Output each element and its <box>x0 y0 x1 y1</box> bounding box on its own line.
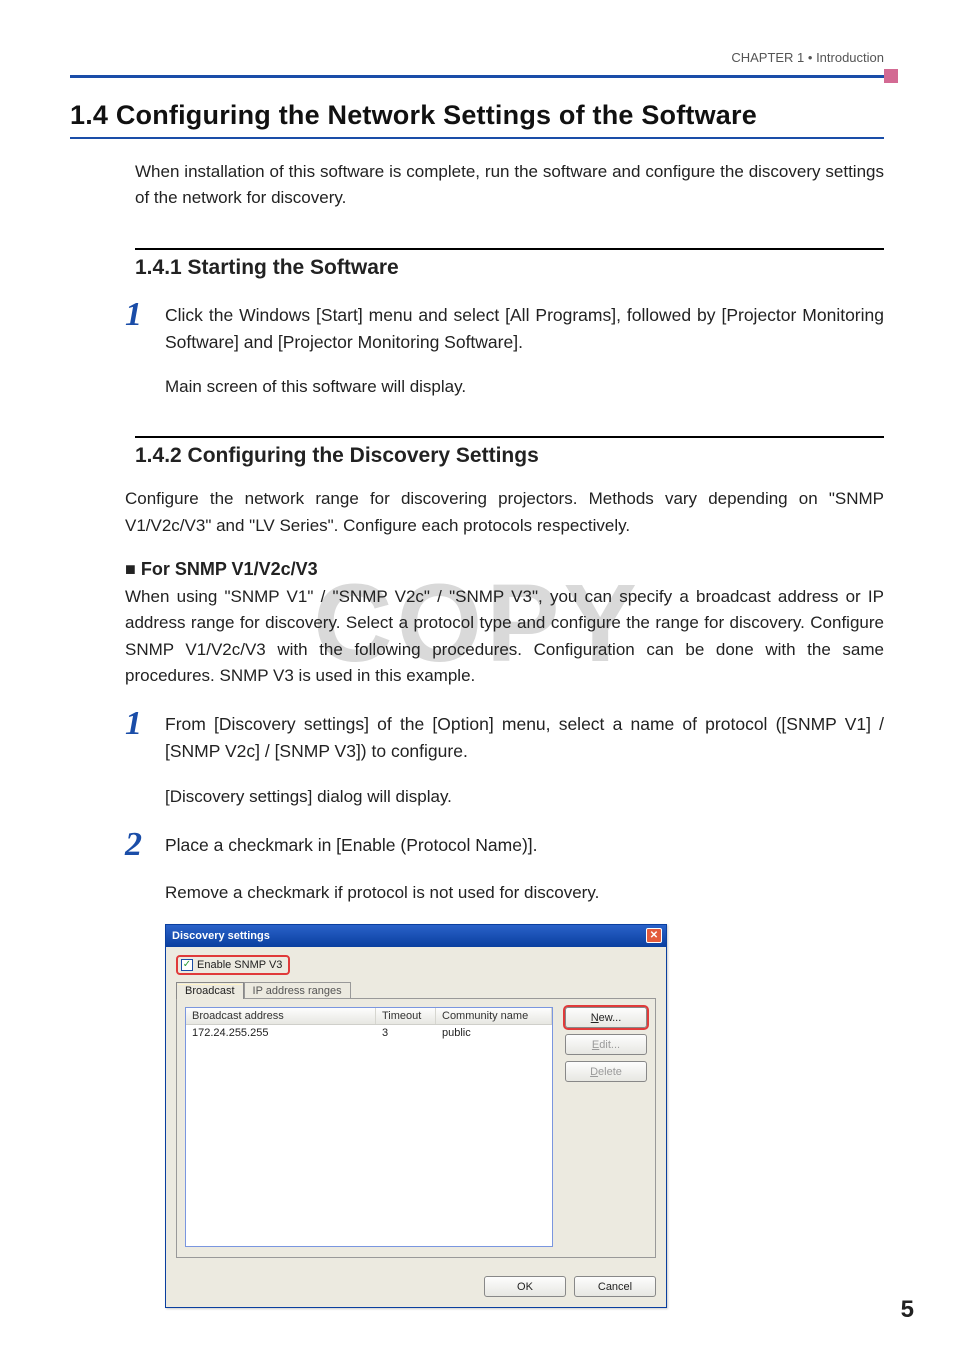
discovery-settings-dialog: Discovery settings ✕ ✓ Enable SNMP V3 Br… <box>165 924 667 1308</box>
dialog-title-text: Discovery settings <box>172 930 270 942</box>
sub2-para2: When using "SNMP V1" / "SNMP V2c" / "SNM… <box>125 584 884 689</box>
sub2-bullet-heading: ■ For SNMP V1/V2c/V3 <box>125 559 884 580</box>
list-row[interactable]: 172.24.255.255 3 public <box>186 1025 552 1041</box>
step-text: From [Discovery settings] of the [Option… <box>165 711 884 765</box>
cell-address: 172.24.255.255 <box>186 1026 376 1040</box>
sub2-step2-sub: Remove a checkmark if protocol is not us… <box>165 880 884 906</box>
ok-button[interactable]: OK <box>484 1276 566 1297</box>
close-icon[interactable]: ✕ <box>646 928 662 943</box>
sub1-step1-sub: Main screen of this software will displa… <box>165 374 884 400</box>
tab-panel-broadcast: Broadcast address Timeout Community name… <box>176 998 656 1258</box>
subsection-rule-2 <box>135 436 884 438</box>
cell-timeout: 3 <box>376 1026 436 1040</box>
sub2-para1: Configure the network range for discover… <box>125 486 884 539</box>
sub2-step1-sub: [Discovery settings] dialog will display… <box>165 784 884 810</box>
checkbox-icon[interactable]: ✓ <box>181 959 193 971</box>
listview-header: Broadcast address Timeout Community name <box>186 1008 552 1025</box>
sub2-step2: 2 Place a checkmark in [Enable (Protocol… <box>125 832 884 862</box>
dialog-titlebar: Discovery settings ✕ <box>166 925 666 947</box>
cell-community: public <box>436 1026 552 1040</box>
enable-label: Enable SNMP V3 <box>197 959 282 971</box>
step-number: 1 <box>125 298 165 332</box>
broadcast-listview[interactable]: Broadcast address Timeout Community name… <box>185 1007 553 1247</box>
step-text: Place a checkmark in [Enable (Protocol N… <box>165 832 884 859</box>
col-broadcast-address[interactable]: Broadcast address <box>186 1008 376 1024</box>
step-number: 2 <box>125 828 165 862</box>
sub1-step1: 1 Click the Windows [Start] menu and sel… <box>125 302 884 356</box>
section-heading: 1.4 Configuring the Network Settings of … <box>70 100 884 139</box>
col-timeout[interactable]: Timeout <box>376 1008 436 1024</box>
subsection-rule-1 <box>135 248 884 250</box>
step-number: 1 <box>125 707 165 741</box>
cancel-button[interactable]: Cancel <box>574 1276 656 1297</box>
step-text: Click the Windows [Start] menu and selec… <box>165 302 884 356</box>
subsection-1-heading: 1.4.1 Starting the Software <box>135 256 884 280</box>
edit-button[interactable]: Edit... <box>565 1034 647 1055</box>
sub2-step1: 1 From [Discovery settings] of the [Opti… <box>125 711 884 765</box>
delete-button[interactable]: Delete <box>565 1061 647 1082</box>
header-rule <box>70 75 884 78</box>
tab-broadcast[interactable]: Broadcast <box>176 982 244 999</box>
page-header: CHAPTER 1 • Introduction <box>70 50 884 75</box>
enable-snmp-checkbox-row[interactable]: ✓ Enable SNMP V3 <box>176 955 290 975</box>
tab-ip-ranges[interactable]: IP address ranges <box>244 982 351 999</box>
subsection-2-heading: 1.4.2 Configuring the Discovery Settings <box>135 444 884 468</box>
section-intro: When installation of this software is co… <box>135 159 884 212</box>
new-button[interactable]: New... <box>565 1007 647 1028</box>
col-community-name[interactable]: Community name <box>436 1008 552 1024</box>
